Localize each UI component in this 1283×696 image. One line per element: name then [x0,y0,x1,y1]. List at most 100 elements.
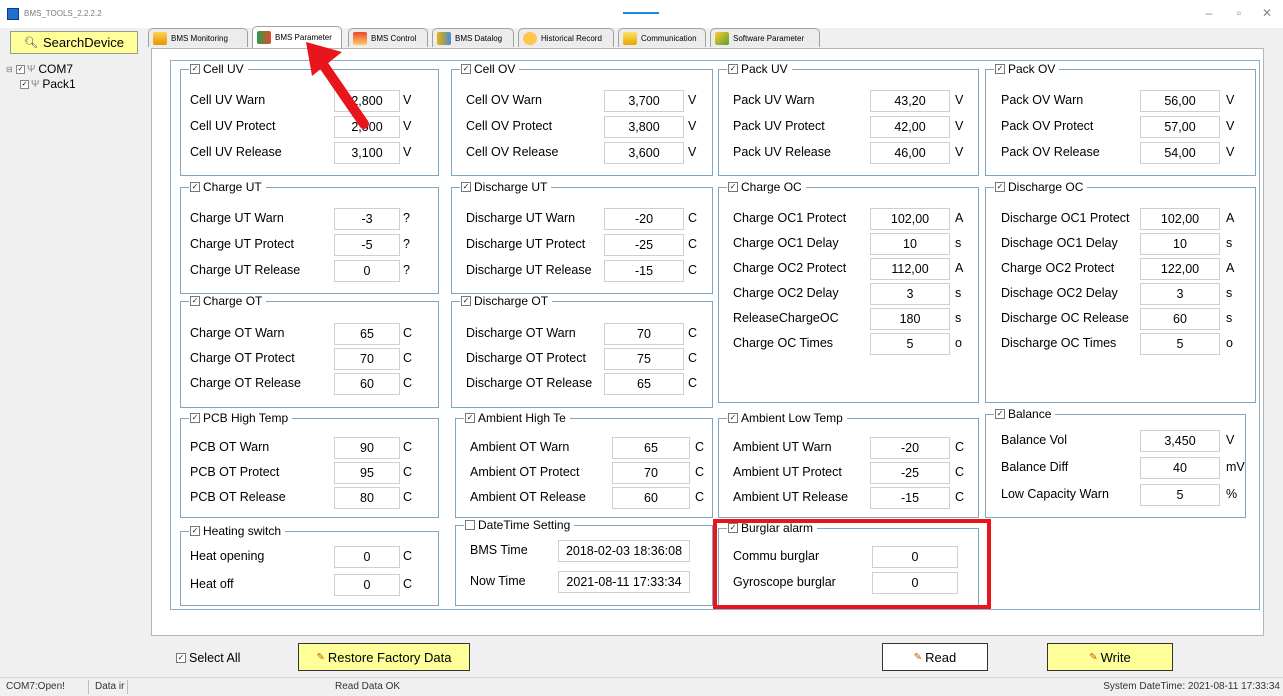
param-value-field[interactable]: 40 [1140,457,1220,479]
param-value-field[interactable]: -3 [334,208,400,230]
tree-node-pack1[interactable]: ✓ Ψ Pack1 [6,77,76,92]
param-value-field[interactable]: 3,600 [604,142,684,164]
param-value-field[interactable]: 102,00 [870,208,950,230]
checkbox-icon[interactable]: ✓ [190,413,200,423]
param-value-field[interactable]: 70 [612,462,690,484]
param-value-field[interactable]: -5 [334,234,400,256]
param-value-field[interactable]: 60 [1140,308,1220,330]
param-value-field[interactable]: -15 [870,487,950,509]
param-value-field[interactable]: 0 [334,546,400,568]
param-value-field[interactable]: -20 [870,437,950,459]
param-value-field[interactable]: 5 [1140,484,1220,506]
param-value-field[interactable]: 10 [1140,233,1220,255]
param-value-field[interactable]: 54,00 [1140,142,1220,164]
param-value-field[interactable]: -25 [870,462,950,484]
red-arrow-icon [306,42,369,129]
param-label: Discharge OC Times [1001,336,1117,350]
tree-checkbox[interactable]: ✓ [20,80,29,89]
tab-communication[interactable]: Communication [618,28,706,47]
param-value-field[interactable]: 122,00 [1140,258,1220,280]
param-value-field[interactable]: 70 [604,323,684,345]
group-title: ✓ Charge OC [727,180,806,194]
param-value-field[interactable]: 10 [870,233,950,255]
select-all-checkbox[interactable]: ✓ Select All [176,651,240,665]
status-datetime: System DateTime: 2021-08-11 17:33:34 [1103,681,1280,692]
tree-collapse-icon[interactable]: ⊟ [6,62,16,77]
param-value-field[interactable]: 5 [1140,333,1220,355]
checkbox-icon[interactable]: ✓ [461,182,471,192]
param-value-field[interactable]: -15 [604,260,684,282]
param-label: Pack OV Protect [1001,119,1094,133]
param-value-field[interactable]: 3,700 [604,90,684,112]
param-value-field[interactable]: 46,00 [870,142,950,164]
param-value-field[interactable]: 57,00 [1140,116,1220,138]
param-value-field[interactable]: 3 [870,283,950,305]
tab-bms-monitoring[interactable]: BMS Monitoring [148,28,248,47]
param-unit: C [695,465,705,479]
param-value-field[interactable]: -20 [604,208,684,230]
param-value-field[interactable]: 56,00 [1140,90,1220,112]
param-value-field[interactable]: 2021-08-11 17:33:34 [558,571,690,593]
checkbox-icon[interactable]: ✓ [995,64,1005,74]
param-value-field[interactable]: 102,00 [1140,208,1220,230]
title-accent [623,12,659,14]
restore-icon[interactable]: ▫ [1230,6,1248,20]
tree-node-com7[interactable]: ⊟ ✓ Ψ COM7 [6,62,76,77]
param-value-field[interactable]: 42,00 [870,116,950,138]
restore-factory-button[interactable]: ✎ Restore Factory Data [298,643,470,671]
checkbox-icon[interactable]: ✓ [190,296,200,306]
param-value-field[interactable]: 60 [612,487,690,509]
param-value-field[interactable]: 60 [334,373,400,395]
minimize-icon[interactable]: – [1200,6,1218,20]
param-label: Discharge OT Warn [466,326,576,340]
checkbox-icon[interactable]: ✓ [176,653,186,663]
checkbox-icon[interactable]: ✓ [465,413,475,423]
checkbox-icon[interactable]: ✓ [995,409,1005,419]
param-value-field[interactable]: 112,00 [870,258,950,280]
param-value-field[interactable]: 3,100 [334,142,400,164]
param-value-field[interactable]: 65 [334,323,400,345]
group-title: ✓ Balance [994,407,1056,421]
checkbox-icon[interactable]: ✓ [995,182,1005,192]
param-value-field[interactable]: 80 [334,487,400,509]
group-title: ✓ Ambient High Te [464,411,570,425]
device-tree[interactable]: ⊟ ✓ Ψ COM7 ✓ Ψ Pack1 [6,62,76,92]
checkbox-icon[interactable]: ✓ [461,296,471,306]
checkbox-icon[interactable]: ✓ [728,182,738,192]
tab-software-parameter[interactable]: Software Parameter [710,28,820,47]
param-value-field[interactable]: 3,450 [1140,430,1220,452]
param-unit: s [955,236,962,250]
read-button[interactable]: ✎ Read [882,643,988,671]
group-title-label: Charge OC [741,180,802,194]
param-unit: C [403,465,413,479]
param-value-field[interactable]: 90 [334,437,400,459]
group-title: ✓ Heating switch [189,524,286,538]
search-device-button[interactable]: 🔍︎ SearchDevice [10,31,138,54]
checkbox-icon[interactable]: ✓ [190,182,200,192]
param-value-field[interactable]: 180 [870,308,950,330]
param-value-field[interactable]: 75 [604,348,684,370]
checkbox-icon[interactable]: ✓ [728,64,738,74]
checkbox-icon[interactable]: ✓ [728,413,738,423]
param-value-field[interactable]: 3 [1140,283,1220,305]
param-value-field[interactable]: 43,20 [870,90,950,112]
tab-bms-datalog[interactable]: BMS Datalog [432,28,514,47]
param-value-field[interactable]: 95 [334,462,400,484]
param-value-field[interactable]: 5 [870,333,950,355]
checkbox-icon[interactable] [465,520,475,530]
param-value-field[interactable]: 0 [334,574,400,596]
tree-checkbox[interactable]: ✓ [16,65,25,74]
param-value-field[interactable]: -25 [604,234,684,256]
param-value-field[interactable]: 65 [604,373,684,395]
tab-historical-record[interactable]: Historical Record [518,28,614,47]
param-value-field[interactable]: 2018-02-03 18:36:08 [558,540,690,562]
close-icon[interactable]: ✕ [1258,6,1276,20]
param-value-field[interactable]: 0 [334,260,400,282]
checkbox-icon[interactable]: ✓ [461,64,471,74]
param-value-field[interactable]: 65 [612,437,690,459]
param-value-field[interactable]: 3,800 [604,116,684,138]
write-button[interactable]: ✎ Write [1047,643,1173,671]
checkbox-icon[interactable]: ✓ [190,64,200,74]
checkbox-icon[interactable]: ✓ [190,526,200,536]
param-value-field[interactable]: 70 [334,348,400,370]
